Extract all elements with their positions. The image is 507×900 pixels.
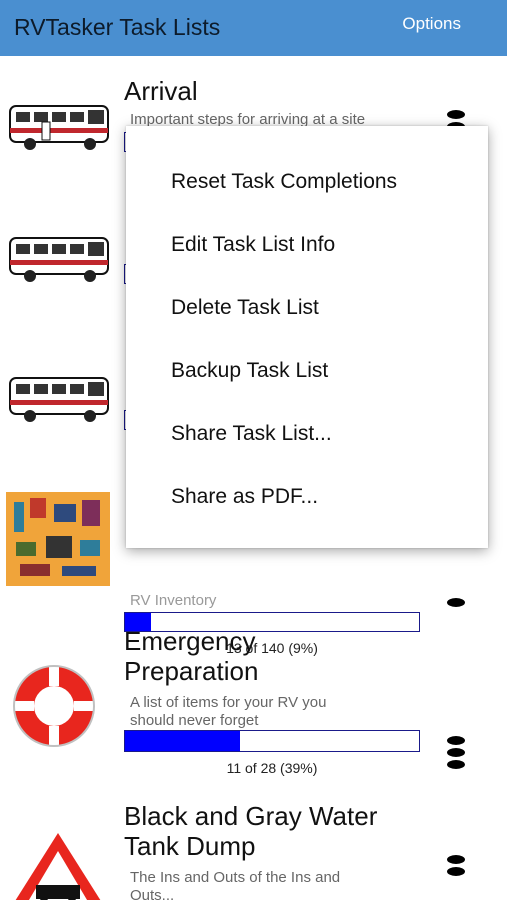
task-list-title-line1: Black and Gray Water: [124, 801, 378, 831]
task-list-title: Arrival: [124, 76, 198, 106]
life-ring-icon: [13, 665, 95, 747]
overflow-menu-icon[interactable]: [446, 596, 466, 636]
menu-item-backup-task-list[interactable]: Backup Task List: [126, 339, 488, 402]
task-list-description-line2: Outs...: [130, 887, 175, 900]
progress-text: 11 of 28 (39%): [226, 760, 318, 776]
rv-motorhome-icon: [9, 237, 109, 282]
app-title: RVTasker Task Lists: [14, 14, 221, 40]
menu-item-edit-task-list-info[interactable]: Edit Task List Info: [126, 213, 488, 276]
progress-bar: [124, 730, 420, 752]
task-list-title-line2: Preparation: [124, 656, 259, 686]
menu-item-share-task-list[interactable]: Share Task List...: [126, 402, 488, 465]
overflow-menu-icon[interactable]: [446, 853, 466, 893]
task-list-title-line2: Tank Dump: [124, 831, 256, 861]
options-button[interactable]: Options: [402, 14, 461, 34]
task-list-description: RV Inventory: [130, 592, 217, 609]
road-warning-sign-icon: [15, 833, 101, 900]
task-list-title-line1: Emergency: [124, 626, 256, 656]
menu-item-reset-task-completions[interactable]: Reset Task Completions: [126, 150, 488, 213]
overflow-menu-icon[interactable]: [446, 734, 466, 774]
task-list-description-line1: A list of items for your RV you: [130, 694, 327, 711]
tools-inventory-icon: [6, 492, 110, 586]
menu-item-delete-task-list[interactable]: Delete Task List: [126, 276, 488, 339]
rv-motorhome-icon: [9, 377, 109, 422]
menu-item-share-as-pdf[interactable]: Share as PDF...: [126, 465, 488, 528]
task-list-description-line2: should never forget: [130, 712, 259, 729]
context-menu: Reset Task Completions Edit Task List In…: [126, 126, 488, 548]
task-list-description-line1: The Ins and Outs of the Ins and: [130, 869, 341, 886]
app-bar: RVTasker Task Lists Options: [0, 0, 507, 56]
rv-motorhome-icon: [9, 105, 109, 150]
